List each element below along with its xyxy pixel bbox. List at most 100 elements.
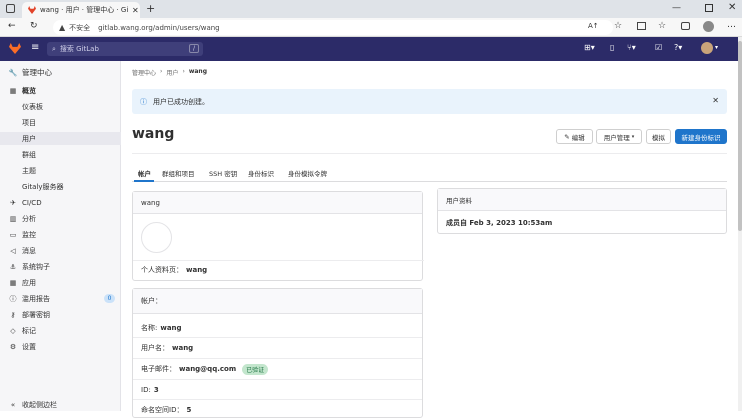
sidebar-item-label: 主题 [22, 166, 36, 175]
sidebar-item-label: 设置 [22, 342, 36, 351]
sidebar-item-applications[interactable]: ▦ 应用 [0, 276, 121, 289]
sidebar-item-cicd[interactable]: ✈ CI/CD [0, 196, 121, 209]
sidebar-item-gitaly[interactable]: Gitaly服务器 [0, 180, 121, 193]
url-field[interactable]: ▲ 不安全 gitlab.wang.org/admin/users/wang [53, 20, 613, 35]
sidebar-item-monitoring[interactable]: ▭ 监控 [0, 228, 121, 241]
breadcrumb-admin[interactable]: 管理中心 [132, 68, 156, 77]
sidebar-item-label: 群组 [22, 150, 36, 159]
impersonate-button[interactable]: 模拟 [646, 129, 671, 144]
sidebar-item-topics[interactable]: 主题 [0, 164, 121, 177]
sidebar-item-label: 监控 [22, 230, 36, 239]
collapse-sidebar-button[interactable]: « 收起侧边栏 [0, 398, 121, 411]
grid-icon: ▦ [9, 278, 17, 287]
sidebar-item-label: 应用 [22, 278, 36, 287]
sidebar-item-label: Gitaly服务器 [22, 182, 64, 191]
account-row-namespace: 命名空间ID： 5 [133, 400, 422, 420]
profile-icon[interactable] [703, 21, 714, 32]
sidebar-item-label: 消息 [22, 246, 36, 255]
row-label: ID: [141, 385, 151, 394]
reload-icon[interactable]: ↻ [30, 21, 38, 31]
create-new-icon[interactable]: ⊞▾ [584, 43, 595, 52]
merge-requests-icon[interactable]: ⑂▾ [627, 43, 636, 52]
tab-ssh-keys[interactable]: SSH 密钥 [209, 168, 237, 178]
sidebar-title-label: 管理中心 [22, 68, 52, 77]
profile-page-link[interactable]: wang [186, 266, 207, 274]
search-shortcut: / [188, 44, 199, 53]
sidebar-item-groups[interactable]: 群组 [0, 148, 121, 161]
sidebar-item-label: 分析 [22, 214, 36, 223]
tab-account[interactable]: 帐户 [138, 168, 151, 178]
scrollbar-thumb[interactable] [738, 41, 742, 231]
sidebar-item-messages[interactable]: ◁ 消息 [0, 244, 121, 257]
sidebar-item-label: 系统钩子 [22, 262, 50, 271]
grid-icon: ▦ [9, 86, 17, 95]
breadcrumb-users[interactable]: 用户 [166, 68, 178, 77]
new-identity-label: 新建身份标识 [681, 133, 721, 142]
row-label: 命名空间ID： [141, 406, 184, 414]
sidebar-title[interactable]: 🔧 管理中心 [0, 66, 121, 79]
success-alert: ⓘ 用户已成功创建。 ✕ [132, 89, 727, 114]
rocket-icon: ✈ [10, 198, 16, 207]
tab-impersonation-tokens[interactable]: 身份模拟令牌 [288, 168, 327, 178]
tag-icon: ◇ [10, 326, 16, 335]
member-since: 成员自 Feb 3, 2023 10:53am [446, 219, 553, 227]
tab-identities[interactable]: 身份标识 [248, 168, 274, 178]
read-aloud-icon[interactable]: A↑ [588, 22, 599, 30]
sidebar-item-projects[interactable]: 项目 [0, 116, 121, 129]
more-icon[interactable]: … [727, 20, 736, 30]
favorite-icon[interactable]: ☆ [614, 21, 622, 31]
page-scrollbar[interactable] [738, 37, 742, 411]
user-admin-dropdown[interactable]: 用户管理 ▾ [596, 129, 642, 144]
favorites-icon[interactable]: ☆ [658, 21, 666, 31]
user-admin-label: 用户管理 [603, 133, 630, 142]
close-tab-icon[interactable]: ✕ [132, 6, 139, 15]
chevron-down-icon[interactable]: ▾ [715, 44, 718, 51]
row-value: wang [160, 323, 182, 332]
sidebar-item-hooks[interactable]: ⚓ 系统钩子 [0, 260, 121, 273]
tab-groups-projects[interactable]: 群组和项目 [162, 168, 195, 178]
tab-active-indicator [134, 180, 154, 182]
dismiss-alert-icon[interactable]: ✕ [712, 96, 719, 105]
sidebar-item-labels[interactable]: ◇ 标记 [0, 324, 121, 337]
browser-tab[interactable]: wang · 用户 · 管理中心 · GitLab ✕ [22, 2, 140, 18]
sidebar-overview-label: 概览 [22, 86, 36, 95]
account-card: 帐户： 名称: wang 用户名： wang 电子邮件： wang@qq.com 已… [132, 288, 423, 418]
address-bar: ← ↻ ▲ 不安全 gitlab.wang.org/admin/users/wa… [0, 18, 742, 37]
security-label: 不安全 [69, 23, 91, 32]
profile-card-title: wang [141, 198, 160, 207]
search-input[interactable]: ⌕ 搜索 GitLab / [47, 42, 203, 56]
menu-icon[interactable]: ≡ [31, 42, 39, 53]
row-label: 电子邮件： [141, 365, 176, 373]
sidebar-item-users[interactable]: 用户 [0, 132, 121, 145]
sidebar-item-analytics[interactable]: ▥ 分析 [0, 212, 121, 225]
split-screen-icon[interactable] [637, 22, 646, 30]
close-window-icon[interactable]: ✕ [728, 2, 736, 13]
profile-card-header: wang [133, 192, 422, 214]
page-title: wang [132, 126, 175, 142]
wrench-icon: 🔧 [8, 68, 18, 77]
sidebar-item-dashboard[interactable]: 仪表板 [0, 100, 121, 113]
sidebar-item-settings[interactable]: ⚙ 设置 [0, 340, 121, 353]
todo-icon[interactable]: ☑ [655, 43, 662, 52]
user-avatar[interactable] [701, 42, 713, 54]
gitlab-logo-icon[interactable] [9, 43, 21, 54]
tab-title: wang · 用户 · 管理中心 · GitLab [40, 6, 128, 14]
account-row-username: 用户名： wang [133, 338, 422, 359]
sidebar-item-overview[interactable]: ▦ 概览 [0, 84, 121, 97]
help-icon[interactable]: ?▾ [674, 43, 682, 52]
back-icon[interactable]: ← [8, 21, 16, 31]
tab-actions-icon[interactable] [6, 4, 15, 13]
email-value[interactable]: wang@qq.com [179, 365, 236, 373]
verified-badge: 已验证 [242, 363, 269, 375]
sidebar-item-deploy-keys[interactable]: ⚷ 部署密钥 [0, 308, 121, 321]
new-tab-icon[interactable]: + [146, 2, 155, 15]
user-info-header: 用户资料 [438, 189, 726, 211]
breadcrumb-current[interactable]: wang [189, 68, 207, 77]
sidebar-item-abuse-reports[interactable]: ⓘ 滥用报告 0 [0, 292, 121, 305]
issues-icon[interactable]: ▯ [610, 43, 614, 52]
maximize-icon[interactable] [705, 4, 713, 12]
new-identity-button[interactable]: 新建身份标识 [675, 129, 727, 144]
collections-icon[interactable] [681, 22, 690, 30]
edit-button[interactable]: ✎ 编辑 [556, 129, 593, 144]
minimize-icon[interactable]: — [672, 3, 681, 13]
